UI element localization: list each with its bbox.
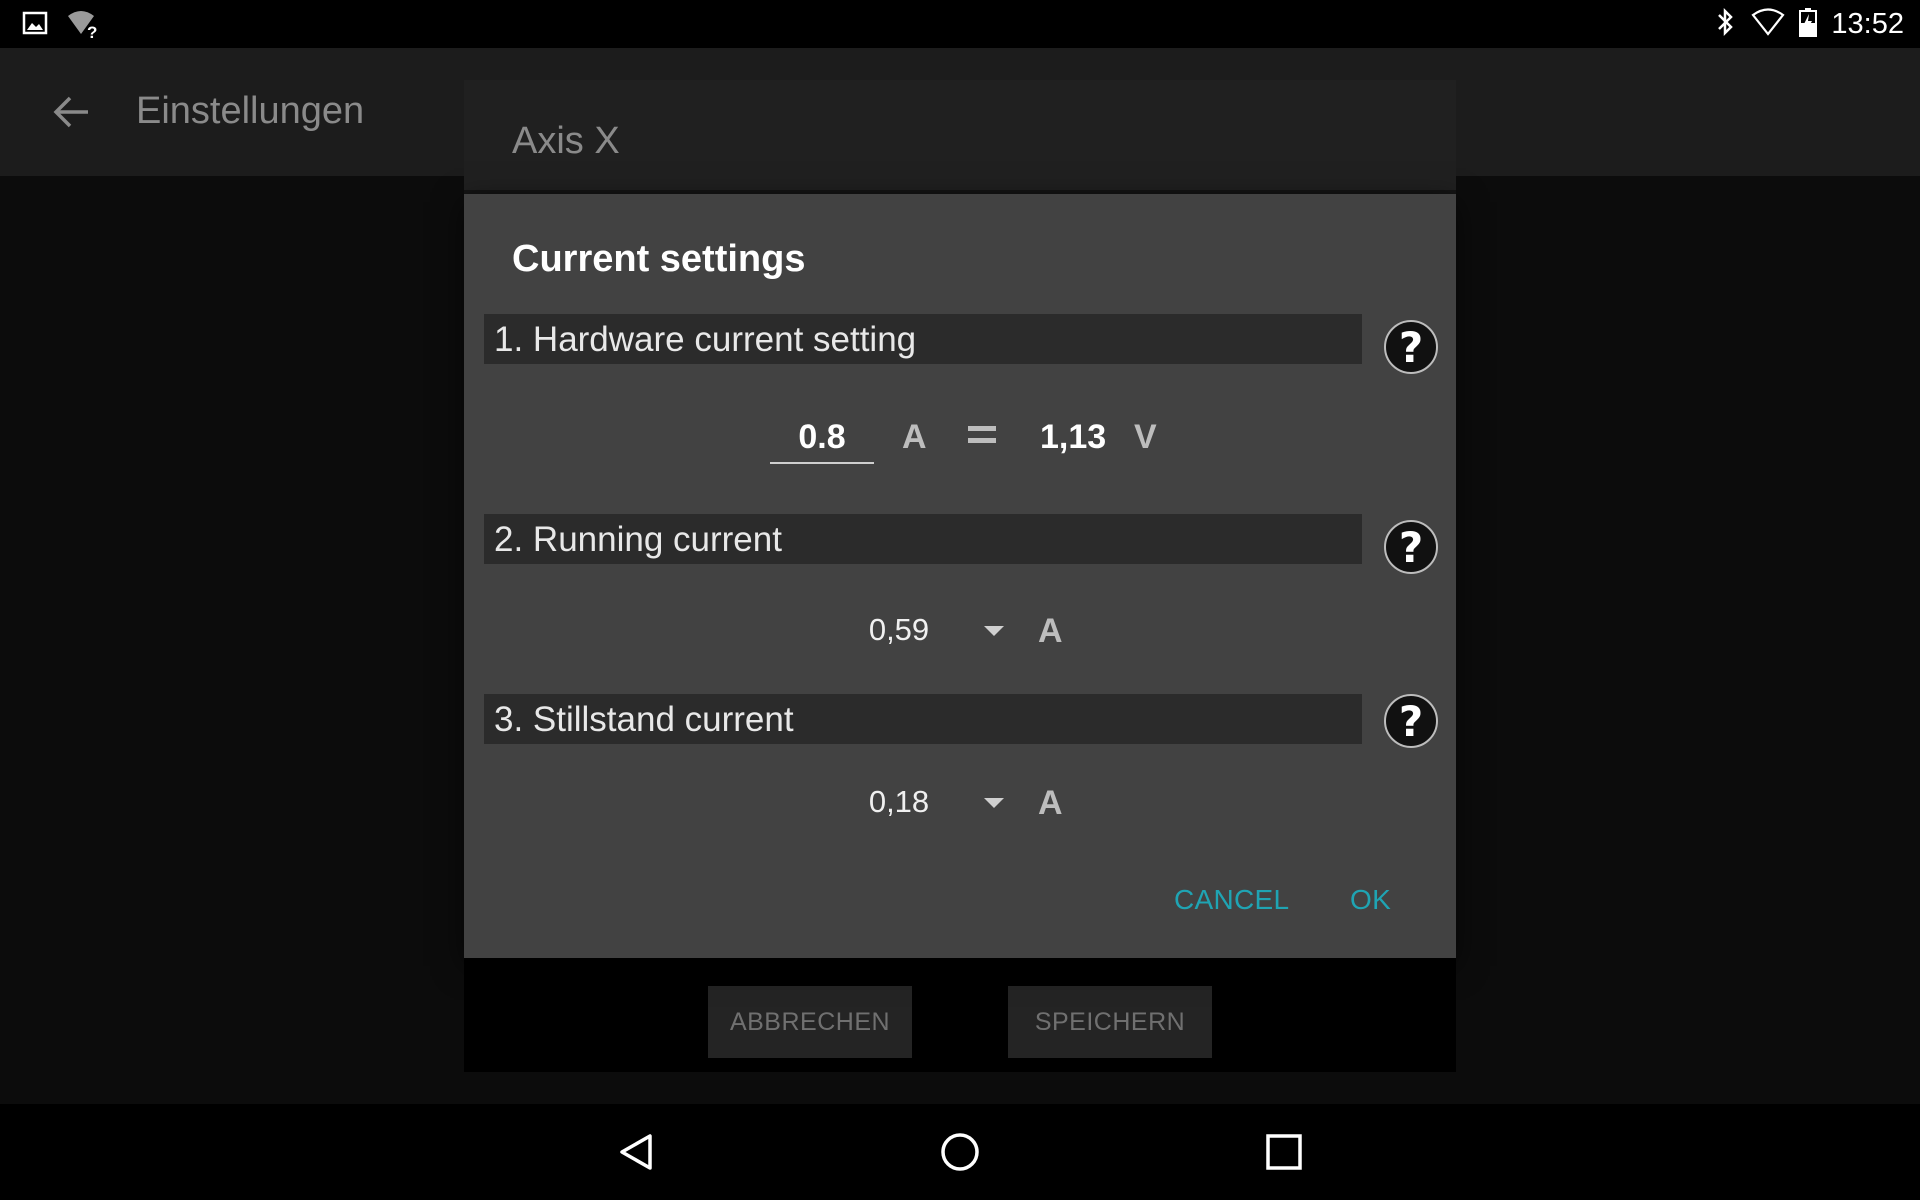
wifi-unknown-icon: ? [66, 8, 102, 45]
running-current-spinner[interactable]: 0,59 [844, 606, 1024, 656]
current-settings-dialog: Current settings 1. Hardware current set… [464, 194, 1456, 958]
stillstand-current-label: 3. Stillstand current [494, 700, 794, 739]
help-icon: ? [1398, 322, 1424, 372]
running-current-label: 2. Running current [494, 520, 782, 559]
abbrechen-button[interactable]: ABBRECHEN [708, 986, 912, 1058]
running-current-unit: A [1038, 612, 1063, 650]
axis-dialog-header: Axis X [464, 80, 1456, 190]
equals-icon [968, 426, 996, 450]
dropdown-arrow-icon [984, 626, 1004, 636]
stillstand-current-spinner[interactable]: 0,18 [844, 778, 1024, 828]
nav-recents-icon[interactable] [1262, 1130, 1306, 1179]
navigation-bar [0, 1104, 1920, 1200]
hardware-current-input[interactable]: 0.8 [770, 414, 874, 464]
page-title: Einstellungen [136, 90, 365, 132]
nav-home-icon[interactable] [938, 1130, 982, 1179]
running-help-button[interactable]: ? [1384, 520, 1438, 574]
hardware-current-unit: A [902, 418, 927, 456]
dialog-title: Current settings [512, 238, 806, 280]
help-icon: ? [1398, 696, 1424, 746]
stillstand-current-value: 0,18 [868, 784, 930, 819]
running-current-value: 0,59 [868, 612, 930, 647]
running-current-section: 2. Running current [484, 514, 1362, 564]
status-icons: 13:52 [1715, 0, 1904, 48]
screen: ? 13:52 Einstellungen Axis X ABBRECHEN S… [0, 0, 1920, 1200]
stillstand-current-section: 3. Stillstand current [484, 694, 1362, 744]
ok-button[interactable]: OK [1350, 884, 1391, 916]
dropdown-arrow-icon [984, 798, 1004, 808]
cancel-button[interactable]: CANCEL [1174, 884, 1289, 916]
voltage-value: 1,13 [1040, 418, 1107, 456]
svg-text:?: ? [87, 23, 97, 40]
hardware-current-section: 1. Hardware current setting [484, 314, 1362, 364]
speichern-button[interactable]: SPEICHERN [1008, 986, 1212, 1058]
hardware-current-label: 1. Hardware current setting [494, 320, 917, 359]
back-arrow-icon[interactable] [50, 90, 94, 139]
help-icon: ? [1398, 522, 1424, 572]
wifi-icon [1751, 7, 1785, 41]
axis-dialog-title: Axis X [512, 120, 620, 162]
battery-icon [1799, 7, 1818, 42]
voltage-unit: V [1134, 418, 1157, 456]
stillstand-help-button[interactable]: ? [1384, 694, 1438, 748]
axis-dialog-footer [464, 958, 1456, 1072]
clock: 13:52 [1831, 7, 1904, 40]
nav-back-icon[interactable] [614, 1130, 658, 1179]
stillstand-current-unit: A [1038, 784, 1063, 822]
hardware-help-button[interactable]: ? [1384, 320, 1438, 374]
status-bar: ? 13:52 [0, 0, 1920, 48]
image-icon [22, 10, 48, 41]
bluetooth-icon [1715, 7, 1737, 42]
